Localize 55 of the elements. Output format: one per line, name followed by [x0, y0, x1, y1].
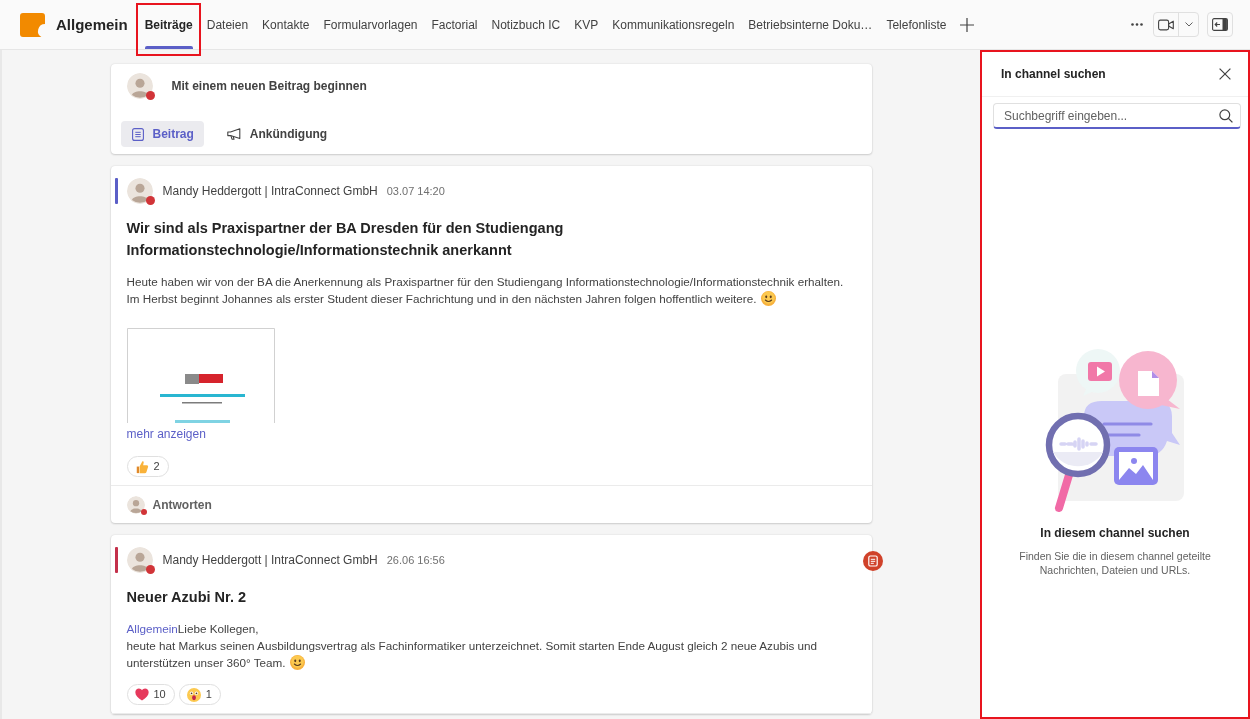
tab[interactable]: Factorial — [424, 0, 485, 49]
reaction-button[interactable]: 1 — [178, 684, 221, 705]
empty-state-text: Finden Sie die in diesem channel geteilte Nachrichten, Dateien und URLs. — [1018, 549, 1212, 577]
close-button[interactable] — [1219, 68, 1231, 80]
search-icon — [1219, 109, 1233, 123]
tab[interactable]: Dateien — [199, 0, 256, 49]
tab[interactable]: Formularvorlagen — [316, 0, 425, 49]
post-title: Wir sind als Praxispartner der BA Dresden für den Studiengang Informationstechnologie/Informationstechnik anerkannt — [126, 219, 565, 260]
post-text: Heute haben wir von der BA die Anerkennung als Praxispartner für den Studiengang Informationstechnologie/Informationstechnik erhalten. — [126, 275, 844, 288]
post-type-button[interactable]: Ankündigung — [215, 121, 338, 147]
tab[interactable]: KVP — [567, 0, 606, 49]
post-time: 26.06 16:56 — [386, 554, 445, 566]
plus-icon — [960, 17, 975, 32]
tab[interactable]: Beiträge — [135, 3, 201, 56]
close-icon — [1219, 68, 1231, 80]
panel-title: In channel suchen — [1001, 67, 1106, 81]
post-text: Liebe Kollegen, — [177, 622, 259, 635]
megaphone-icon — [226, 128, 241, 140]
avatar — [126, 547, 153, 573]
post-time: 03.07 14:20 — [386, 185, 445, 197]
tab[interactable]: Notizbuch IC — [484, 0, 568, 49]
reaction-button[interactable]: 10 — [126, 684, 175, 705]
post-type-button[interactable]: Beitrag — [120, 121, 204, 147]
surprised-face-icon — [186, 687, 201, 702]
new-post-prompt[interactable]: Mit einem neuen Beitrag beginnen — [171, 79, 367, 93]
tab[interactable]: Kontakte — [255, 0, 317, 49]
more-icon — [1131, 23, 1143, 26]
post-title: Neuer Azubi Nr. 2 — [126, 588, 248, 607]
tab[interactable]: Telefonliste — [879, 0, 954, 49]
tab[interactable]: Betriebsinterne Doku… — [741, 0, 880, 49]
avatar — [126, 73, 153, 99]
side-panel-icon — [1212, 18, 1228, 31]
avatar — [126, 495, 145, 514]
show-more-link[interactable]: mehr anzeigen — [126, 425, 206, 443]
reaction-button[interactable]: 2 — [126, 456, 169, 477]
reply-button[interactable]: Antworten — [152, 497, 212, 512]
search-field[interactable]: Suchbegriff eingeben... — [993, 103, 1241, 129]
chevron-down-icon — [1184, 22, 1193, 27]
post-icon — [131, 127, 144, 141]
post-text: heute hat Markus seinen Ausbildungsvertrag als Fachinformatiker unterzeichnet. Somit starten Ende August gleich 2 neue Azubis und — [126, 639, 818, 652]
post-text: unterstützen unser 360° Team. — [126, 656, 286, 669]
author-name[interactable]: Mandy Heddergott | IntraConnect GmbH — [162, 553, 378, 567]
author-name[interactable]: Mandy Heddergott | IntraConnect GmbH — [162, 184, 378, 198]
selected-tab-indicator — [144, 46, 193, 49]
mention-link[interactable]: Allgemein — [126, 622, 178, 635]
tab[interactable]: Kommunikationsregeln — [605, 0, 742, 49]
heart-icon — [134, 688, 149, 701]
team-logo-icon — [20, 12, 45, 37]
toggle-panel-button[interactable] — [1207, 12, 1233, 37]
post-text: Im Herbst beginnt Johannes als erster Student dieser Fachrichtung und in den nächsten Jahren folgen hoffentlich weitere. — [126, 292, 757, 305]
video-camera-icon — [1158, 18, 1174, 31]
avatar — [126, 178, 153, 204]
thumbs-up-icon — [134, 459, 149, 474]
empty-state-heading: In diesem channel suchen — [1040, 526, 1190, 540]
channel-name: Allgemein — [56, 16, 128, 33]
